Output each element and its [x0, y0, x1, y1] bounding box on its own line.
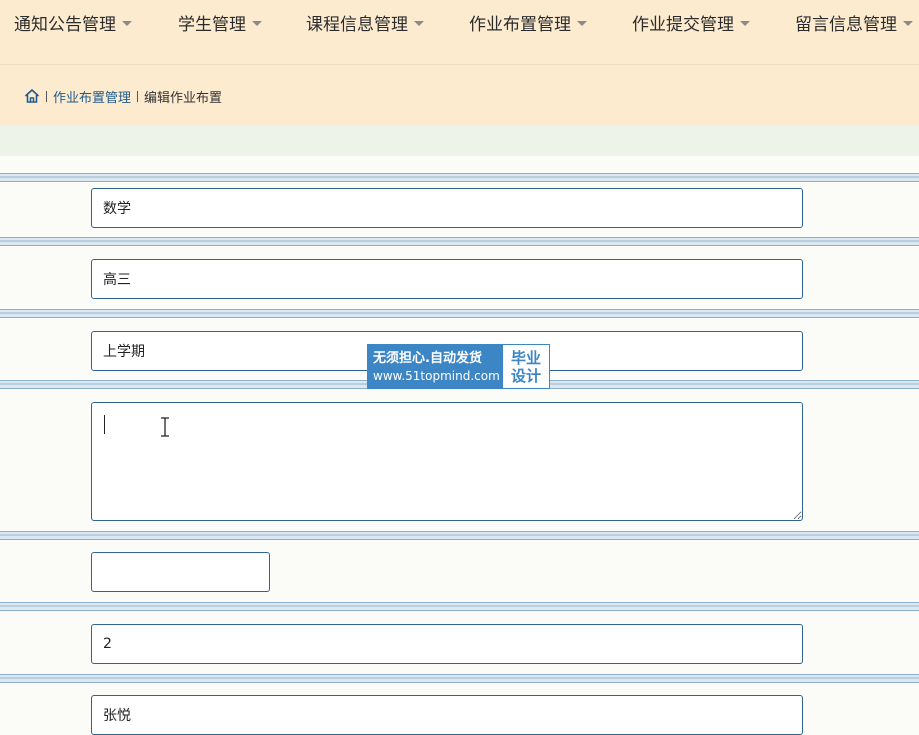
short-input[interactable] — [91, 552, 270, 592]
grade-input[interactable] — [91, 259, 803, 299]
number-input[interactable] — [91, 624, 803, 664]
breadcrumb-separator — [137, 90, 139, 102]
assignment-content-textarea[interactable] — [91, 402, 803, 521]
chevron-down-icon — [577, 20, 587, 26]
row-divider — [0, 602, 919, 611]
ibeam-cursor-icon — [161, 417, 169, 437]
nav-item-label: 作业布置管理 — [469, 14, 571, 35]
text-cursor — [104, 415, 105, 434]
row-divider — [0, 173, 919, 182]
nav-item-label: 作业提交管理 — [632, 14, 734, 35]
nav-item-student-management[interactable]: 学生管理 — [178, 10, 262, 35]
watermark: 无须担心.自动发货 www.51topmind.com 毕业 设计 — [367, 344, 550, 389]
nav-item-submission-management[interactable]: 作业提交管理 — [632, 10, 750, 35]
row-divider — [0, 674, 919, 683]
row-divider — [0, 531, 919, 540]
watermark-tag-line2: 设计 — [510, 366, 541, 385]
home-icon[interactable] — [24, 88, 40, 104]
nav-item-label: 课程信息管理 — [306, 14, 408, 35]
row-divider — [0, 237, 919, 246]
top-navigation: 通知公告管理 学生管理 课程信息管理 作业布置管理 作业提交管理 留言信息管理 — [0, 0, 919, 65]
nav-item-message-management[interactable]: 留言信息管理 — [795, 10, 913, 35]
chevron-down-icon — [903, 20, 913, 26]
nav-item-course-management[interactable]: 课程信息管理 — [306, 10, 424, 35]
nav-item-assignment-management[interactable]: 作业布置管理 — [469, 10, 587, 35]
watermark-slogan: 无须担心.自动发货 — [373, 350, 482, 366]
breadcrumb: 作业布置管理 编辑作业布置 — [24, 86, 222, 106]
watermark-url: www.51topmind.com — [373, 368, 500, 383]
nav-item-label: 通知公告管理 — [14, 14, 116, 35]
chevron-down-icon — [414, 20, 424, 26]
chevron-down-icon — [740, 20, 750, 26]
row-divider — [0, 309, 919, 318]
chevron-down-icon — [122, 20, 132, 26]
nav-item-label: 学生管理 — [178, 14, 246, 35]
watermark-left: 无须担心.自动发货 www.51topmind.com — [368, 345, 503, 388]
teacher-input[interactable] — [91, 695, 803, 735]
breadcrumb-section-link[interactable]: 作业布置管理 — [53, 87, 131, 106]
watermark-tag-line1: 毕业 — [510, 348, 541, 367]
nav-item-label: 留言信息管理 — [795, 14, 897, 35]
chevron-down-icon — [252, 20, 262, 26]
breadcrumb-current: 编辑作业布置 — [144, 90, 223, 106]
course-input[interactable] — [91, 188, 803, 228]
watermark-tag: 毕业 设计 — [503, 345, 549, 388]
breadcrumb-separator — [46, 90, 47, 102]
nav-item-notice-management[interactable]: 通知公告管理 — [14, 10, 132, 35]
content-header-band — [0, 126, 919, 156]
